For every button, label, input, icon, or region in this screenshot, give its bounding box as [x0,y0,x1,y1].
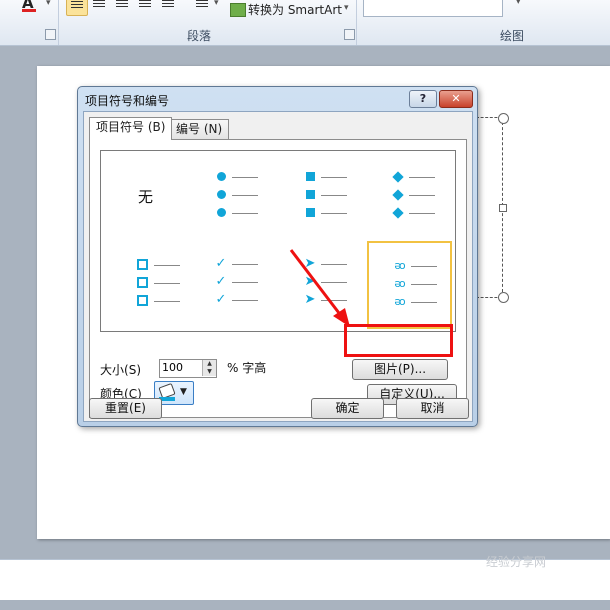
arrow-shaft [289,249,344,318]
watermark: 经验分享网 [486,555,547,569]
highlight-box [344,324,453,357]
annotation-arrow [289,249,350,327]
tab-label: 项目符号 [96,120,145,134]
tab-bullets[interactable]: 项目符号 (B) [89,117,173,140]
tab-hotkey: (B) [147,120,166,134]
